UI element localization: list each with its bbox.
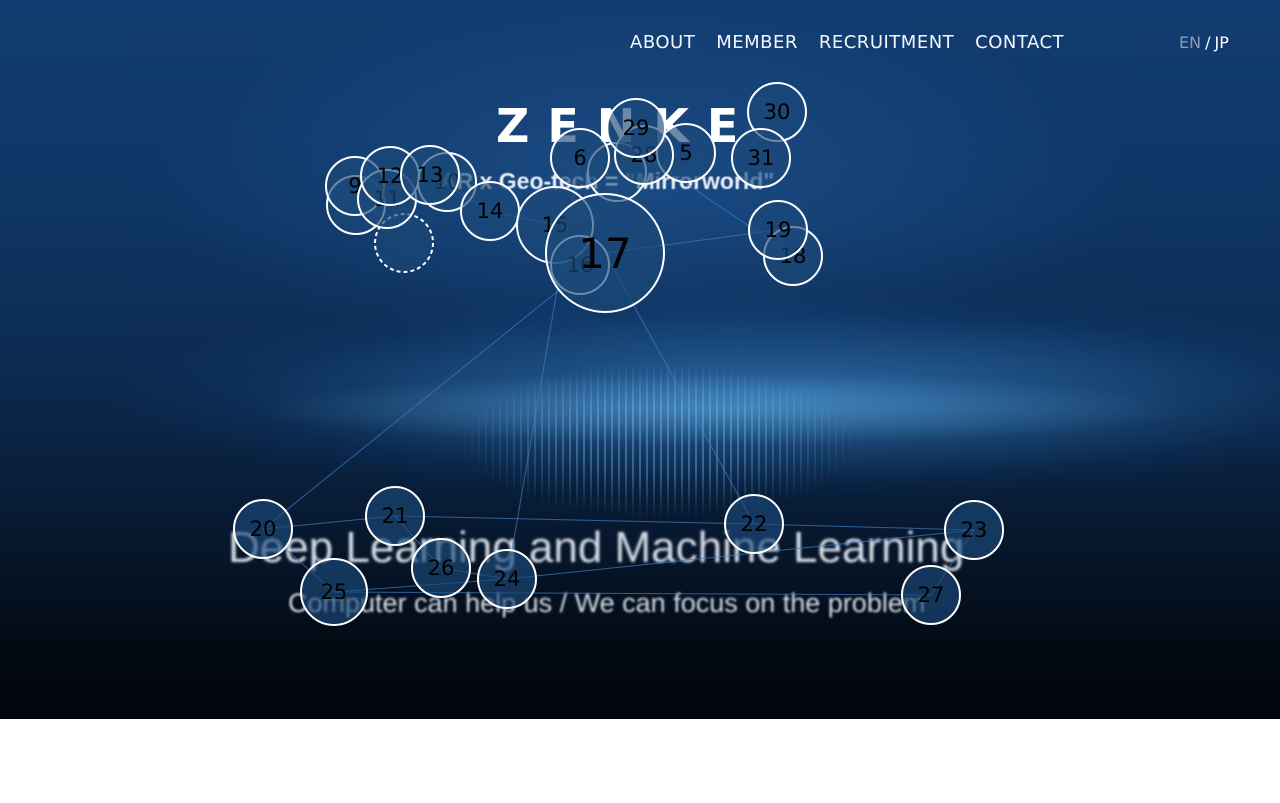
bubble-label: 5 (679, 141, 692, 165)
bubble-label: 22 (741, 512, 768, 536)
hero-background: ZENKE AR x Geo-tech = "Mirrorworld" Deep… (0, 0, 1280, 719)
network-link (262, 252, 606, 530)
bubble-label: 31 (748, 146, 775, 170)
network-bubble-22[interactable]: 22 (724, 494, 784, 554)
network-bubble-25[interactable]: 25 (300, 558, 368, 626)
bubble-label: 30 (764, 100, 791, 124)
bubble-label: 25 (321, 580, 348, 604)
network-bubble-20[interactable]: 20 (233, 499, 293, 559)
bubble-label: 20 (250, 517, 277, 541)
network-bubble-27[interactable]: 27 (901, 565, 961, 625)
bubble-label: 12 (377, 164, 404, 188)
lang-separator: / (1205, 33, 1211, 52)
lang-en[interactable]: EN (1179, 33, 1201, 52)
network-link (753, 523, 975, 531)
network-bubble-26[interactable]: 26 (411, 538, 471, 598)
network-bubble-21[interactable]: 21 (365, 486, 425, 546)
bubble-label: 24 (494, 567, 521, 591)
bubble-label: 29 (623, 116, 650, 140)
network-bubble-23[interactable]: 23 (944, 500, 1004, 560)
bubble-label: 14 (477, 199, 504, 223)
bubble-label: 23 (961, 518, 988, 542)
bubble-label: 26 (428, 556, 455, 580)
network-link (333, 591, 932, 596)
network-bubble-31[interactable]: 31 (731, 128, 791, 188)
nav-contact[interactable]: CONTACT (975, 31, 1064, 55)
network-bubble-6[interactable]: 6 (550, 128, 610, 188)
network-bubble-19[interactable]: 19 (748, 200, 808, 260)
lang-jp[interactable]: JP (1214, 33, 1228, 52)
nav-about[interactable]: ABOUT (630, 31, 695, 55)
nav-recruitment[interactable]: RECRUITMENT (819, 31, 954, 55)
bubble-label: 19 (765, 218, 792, 242)
nav-member[interactable]: MEMBER (716, 31, 798, 55)
network-bubble-24[interactable]: 24 (477, 549, 537, 609)
network-bubble-14[interactable]: 14 (460, 181, 520, 241)
bubble-label: 13 (417, 163, 444, 187)
language-switcher: EN / JP (1179, 32, 1229, 54)
network-bubble-29[interactable]: 29 (606, 98, 666, 158)
network-nodes[interactable]: 5691011121314151617181920212223242526272… (233, 82, 1004, 626)
bubble-network[interactable]: 5691011121314151617181920212223242526272… (0, 0, 1280, 719)
bubble-label: 21 (382, 504, 409, 528)
bubble-label: 17 (578, 229, 631, 278)
network-bubble-13[interactable]: 13 (400, 145, 460, 205)
network-bubble-17[interactable]: 17 (545, 193, 665, 313)
bubble-label: 27 (918, 583, 945, 607)
network-link (394, 515, 755, 525)
main-nav: ABOUT MEMBER RECRUITMENT CONTACT (630, 31, 1064, 55)
bubble-label: 6 (573, 146, 586, 170)
